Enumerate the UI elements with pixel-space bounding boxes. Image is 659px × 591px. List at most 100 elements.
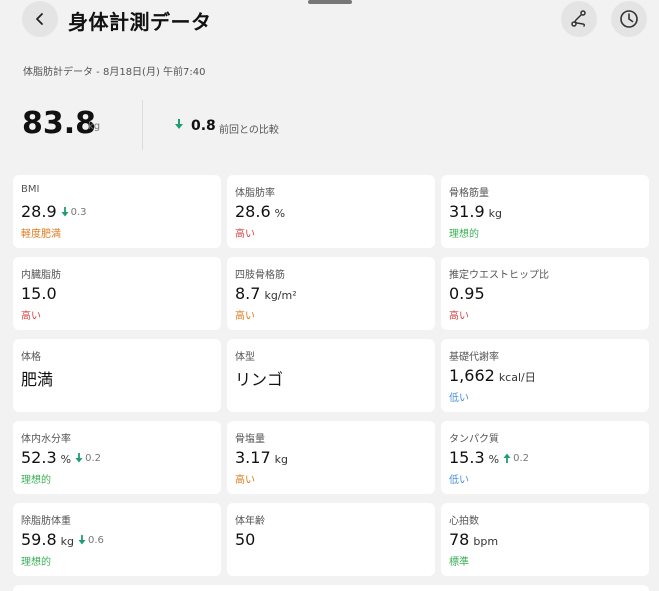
- metric-status: 低い: [449, 475, 469, 486]
- weight-unit: kg: [88, 121, 101, 132]
- metric-status: 軽度肥満: [21, 229, 61, 240]
- metric-change-value: 0.2: [85, 452, 101, 464]
- metric-value-row: 3.17 kg: [235, 448, 427, 468]
- metric-status: 理想的: [449, 229, 479, 240]
- metric-label: 体内水分率: [21, 434, 71, 445]
- arrow-down-icon: [175, 119, 183, 129]
- weight-summary: 83.8 kg 0.8 前回との比較: [22, 100, 642, 150]
- metric-label: 体脂肪率: [235, 188, 275, 199]
- metric-unit: kcal/日: [498, 371, 536, 384]
- metric-unit: %: [488, 453, 500, 466]
- metric-status: 高い: [235, 475, 255, 486]
- metric-status: 高い: [21, 311, 41, 322]
- arrow-down-icon: [78, 535, 86, 545]
- metric-value-row: 52.3% 0.2: [21, 448, 213, 468]
- weight-diff-label: 前回との比較: [219, 125, 279, 136]
- metric-card[interactable]: 推定ウエストヒップ比 0.95 高い: [441, 257, 649, 330]
- metric-card[interactable]: 骨塩量 3.17 kg 高い: [227, 421, 435, 494]
- route-button[interactable]: [561, 1, 597, 37]
- metric-status: 高い: [449, 311, 469, 322]
- metric-value-row: 28.6%: [235, 202, 427, 222]
- metric-unit: kg/m²: [264, 289, 297, 302]
- metric-card[interactable]: 体格 肥満: [13, 339, 221, 412]
- metric-card[interactable]: 体型 リンゴ: [227, 339, 435, 412]
- arrow-down-icon: [75, 453, 83, 463]
- metric-status: 標準: [449, 557, 469, 568]
- metric-card[interactable]: 内臓脂肪 15.0 高い: [13, 257, 221, 330]
- metric-value: 28.6: [235, 202, 271, 221]
- metric-value-row: 78 bpm: [449, 530, 641, 550]
- metric-card[interactable]: 四肢骨格筋 8.7 kg/m² 高い: [227, 257, 435, 330]
- metric-status: 低い: [449, 393, 469, 404]
- metric-label: 四肢骨格筋: [235, 270, 285, 281]
- back-button[interactable]: [22, 1, 58, 37]
- metric-card[interactable]: 除脂肪体重 59.8 kg 0.6 理想的: [13, 503, 221, 576]
- metric-value-row: 15.0: [21, 284, 213, 304]
- arrow-up-icon: [503, 453, 511, 463]
- metric-card[interactable]: 体脂肪率 28.6% 高い: [227, 175, 435, 248]
- metric-label: 内臓脂肪: [21, 270, 61, 281]
- metric-change: 0.6: [78, 535, 104, 546]
- weight-value: 83.8: [22, 106, 97, 141]
- metric-change-value: 0.2: [513, 452, 529, 464]
- metric-label: 心拍数: [449, 516, 479, 527]
- metric-change: 0.2: [75, 453, 101, 464]
- metric-unit: %: [60, 453, 72, 466]
- metrics-grid: BMI 28.9 0.3 軽度肥満 体脂肪率 28.6% 高い 骨格筋量 31.9 kg 理想的 内臓…: [13, 175, 649, 576]
- metric-value: 52.3: [21, 448, 57, 467]
- metric-label: 除脂肪体重: [21, 516, 71, 527]
- metric-unit: bpm: [473, 535, 499, 548]
- metric-status: 高い: [235, 311, 255, 322]
- history-button[interactable]: [611, 1, 647, 37]
- bottom-card: [13, 585, 649, 591]
- metric-unit: %: [274, 207, 286, 220]
- metric-value-row: 8.7 kg/m²: [235, 284, 427, 304]
- metric-card[interactable]: 体年齢 50: [227, 503, 435, 576]
- page-title: 身体計測データ: [68, 10, 212, 34]
- metric-card[interactable]: 体内水分率 52.3% 0.2 理想的: [13, 421, 221, 494]
- metric-value-row: 59.8 kg 0.6: [21, 530, 213, 550]
- metric-value-row: 50: [235, 530, 427, 550]
- metric-value: 3.17: [235, 448, 271, 467]
- divider: [142, 100, 143, 150]
- metric-card[interactable]: 基礎代謝率 1,662 kcal/日 低い: [441, 339, 649, 412]
- metric-label: タンパク質: [449, 434, 499, 445]
- metric-label: 骨格筋量: [449, 188, 489, 199]
- metric-unit: kg: [488, 207, 502, 220]
- metric-value: リンゴ: [235, 370, 284, 389]
- metric-label: 骨塩量: [235, 434, 265, 445]
- metric-change: 0.2: [503, 453, 529, 464]
- chevron-left-icon: [36, 13, 43, 25]
- metric-unit: kg: [60, 535, 74, 548]
- metric-value: 15.3: [449, 448, 485, 467]
- metric-card[interactable]: タンパク質 15.3% 0.2 低い: [441, 421, 649, 494]
- metric-value: 78: [449, 530, 470, 549]
- metric-value: 15.0: [21, 284, 57, 303]
- metric-value: 28.9: [21, 202, 57, 221]
- header: 身体計測データ: [0, 0, 659, 40]
- metric-value: 1,662: [449, 366, 495, 385]
- metric-label: BMI: [21, 184, 40, 195]
- metric-value-row: 28.9 0.3: [21, 202, 213, 222]
- metric-card[interactable]: 骨格筋量 31.9 kg 理想的: [441, 175, 649, 248]
- metric-value-row: 31.9 kg: [449, 202, 641, 222]
- metric-value-row: 0.95: [449, 284, 641, 304]
- metric-value-row: 1,662 kcal/日: [449, 366, 641, 386]
- metric-card[interactable]: BMI 28.9 0.3 軽度肥満: [13, 175, 221, 248]
- measurement-subtitle: 体脂肪計データ - 8月18日(月) 午前7:40: [23, 67, 206, 78]
- metric-label: 体格: [21, 352, 41, 363]
- metric-status: 理想的: [21, 557, 51, 568]
- metric-value: 0.95: [449, 284, 485, 303]
- metric-value: 肥満: [21, 370, 54, 389]
- metric-value-row: 15.3% 0.2: [449, 448, 641, 468]
- metric-change-value: 0.6: [87, 534, 104, 546]
- metric-label: 推定ウエストヒップ比: [449, 270, 549, 281]
- metric-label: 体年齢: [235, 516, 265, 527]
- metric-change-value: 0.3: [70, 206, 87, 218]
- metric-unit: kg: [274, 453, 288, 466]
- route-icon: [571, 10, 586, 27]
- metric-card[interactable]: 心拍数 78 bpm 標準: [441, 503, 649, 576]
- metric-value: 31.9: [449, 202, 485, 221]
- metric-value: 8.7: [235, 284, 261, 303]
- metric-label: 体型: [235, 352, 255, 363]
